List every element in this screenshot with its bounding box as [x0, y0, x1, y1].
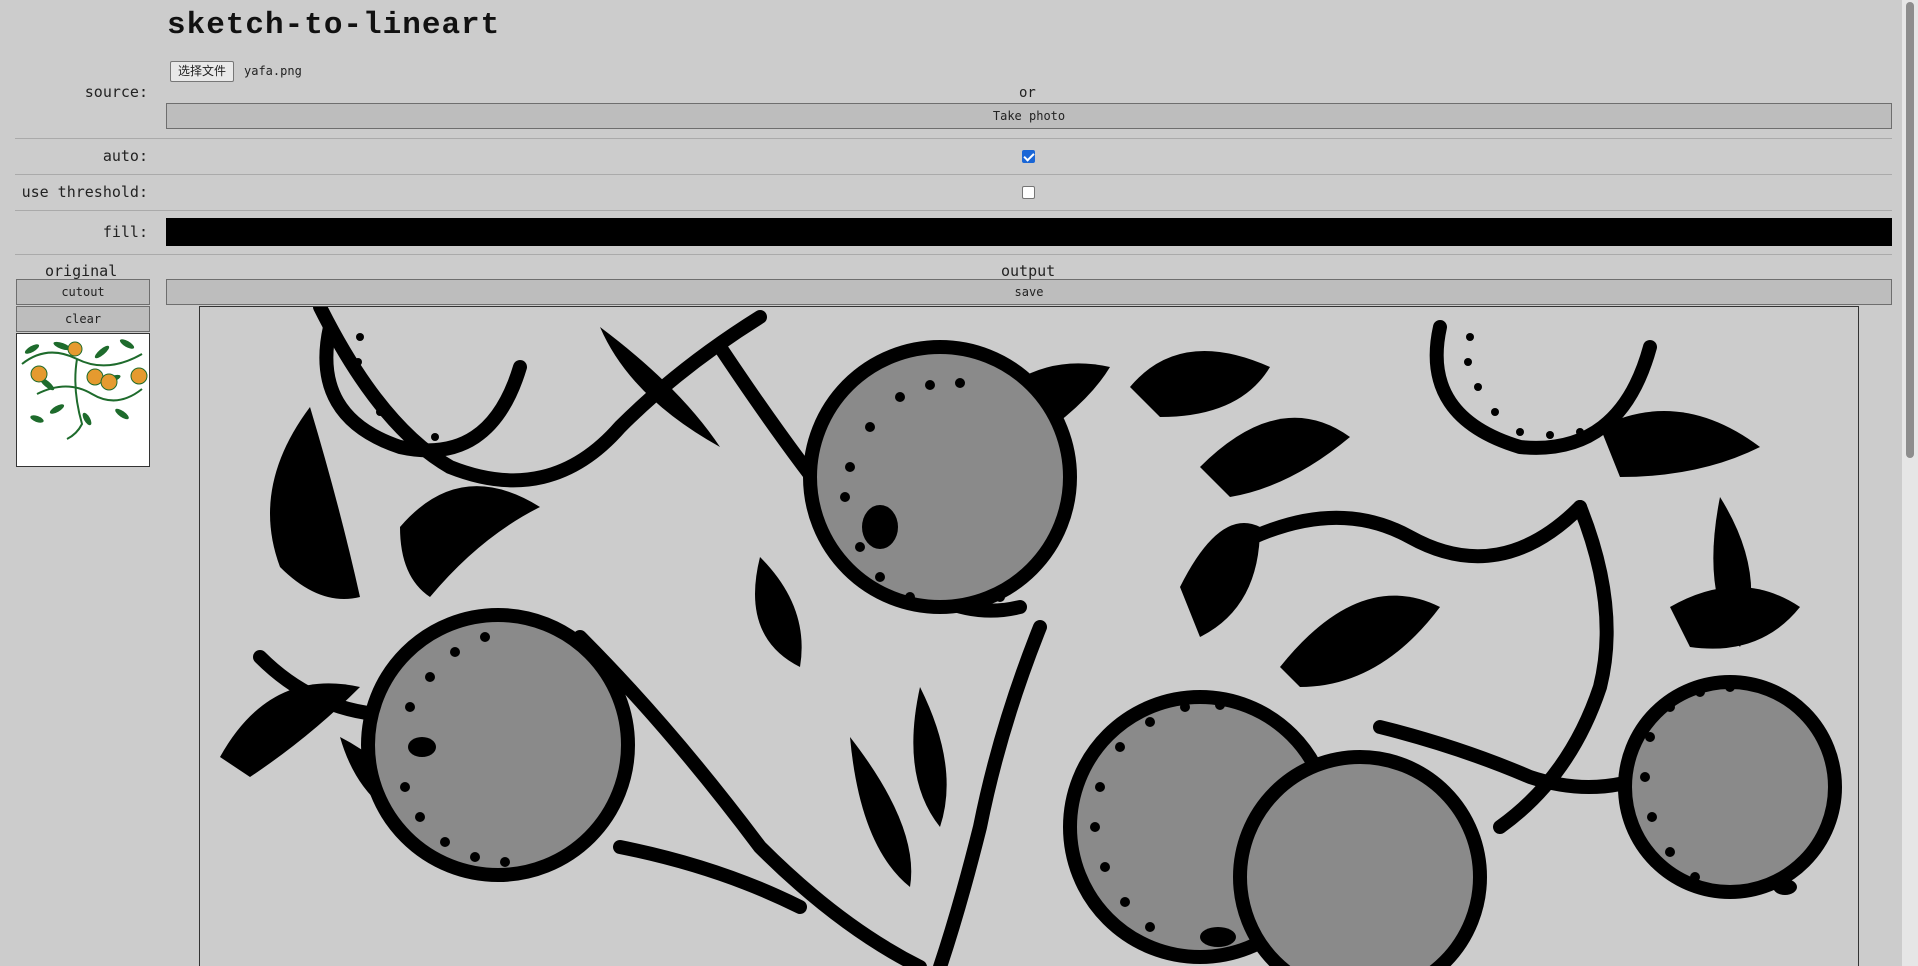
output-canvas	[199, 306, 1859, 966]
take-photo-button[interactable]: Take photo	[166, 103, 1892, 129]
scrollbar-thumb[interactable]	[1906, 2, 1914, 458]
output-heading: output	[1001, 262, 1056, 280]
threshold-label: use threshold:	[21, 183, 148, 201]
choose-file-button[interactable]: 选择文件	[170, 61, 235, 82]
threshold-checkbox[interactable]	[1022, 186, 1035, 199]
page-scrollbar[interactable]	[1902, 0, 1918, 966]
or-text: or	[1019, 85, 1036, 101]
original-heading: original	[45, 262, 118, 280]
cutout-button[interactable]: cutout	[16, 279, 150, 305]
source-label: source:	[84, 83, 148, 101]
clear-button[interactable]: clear	[16, 306, 150, 332]
auto-checkbox[interactable]	[1022, 150, 1035, 163]
auto-label: auto:	[102, 147, 148, 165]
save-button[interactable]: save	[166, 279, 1892, 305]
divider	[15, 254, 1892, 255]
divider	[15, 210, 1892, 211]
fill-label: fill:	[102, 223, 148, 241]
file-name: yafa.png	[244, 64, 302, 78]
original-thumbnail	[16, 333, 150, 467]
orange-branch-illustration	[21, 339, 148, 440]
divider	[15, 174, 1892, 175]
lineart-output-illustration	[220, 307, 1842, 966]
divider	[15, 138, 1892, 139]
page-title: sketch-to-lineart	[167, 8, 501, 43]
fill-color-input[interactable]	[166, 218, 1892, 246]
